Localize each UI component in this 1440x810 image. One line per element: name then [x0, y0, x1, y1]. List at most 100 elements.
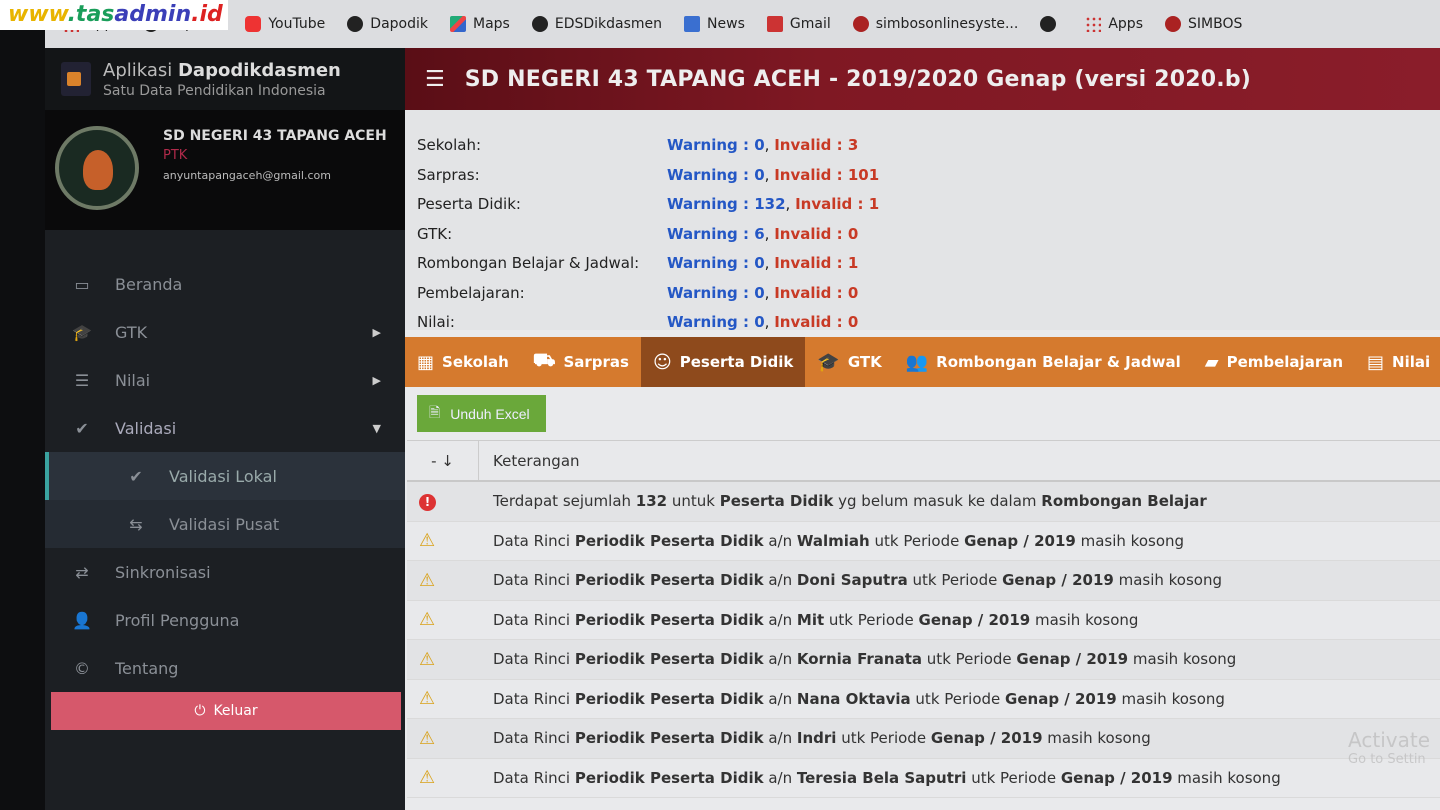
bookmark-item[interactable]: Apps — [1085, 16, 1143, 32]
summary-values: Warning : 0, Invalid : 1 — [667, 254, 859, 272]
summary-label: Rombongan Belajar & Jadwal: — [417, 254, 640, 272]
sort-column-header[interactable]: - ↓ — [407, 441, 479, 480]
status-cell: ⚠ — [407, 570, 479, 591]
bookmark-item[interactable]: YouTube — [245, 16, 325, 32]
text-segment: untuk — [667, 492, 720, 511]
text-segment: utk Periode — [922, 650, 1017, 669]
table-row: ⚠ Data Rinci Periodik Peserta Didik a/n T… — [407, 759, 1440, 798]
text-segment: masih kosong — [1116, 689, 1225, 708]
keterangan-cell: Data Rinci Periodik Peserta Didik a/n Ko… — [479, 650, 1236, 668]
text-segment: Peserta Didik — [719, 492, 834, 511]
label: Validasi — [115, 418, 177, 438]
summary-values: Warning : 132, Invalid : 1 — [667, 195, 880, 213]
warning-count: Warning : 0 — [667, 254, 765, 272]
table-row: ⚠ Data Rinci Periodik Peserta Didik a/n I… — [407, 719, 1440, 759]
bookmark-item[interactable] — [1040, 16, 1063, 32]
sidebar-item-profil[interactable]: 👤 Profil Pengguna — [45, 596, 405, 644]
text-segment: Genap / 2019 — [964, 531, 1076, 550]
warning-icon: ⚠ — [419, 688, 436, 710]
brand-subtitle: Satu Data Pendidikan Indonesia — [103, 82, 326, 99]
tab-sarpras[interactable]: ⛟ Sarpras — [521, 337, 641, 387]
profile-email: anyuntapangaceh@gmail.com — [163, 169, 331, 182]
sidebar-item-tentang[interactable]: © Tentang — [45, 644, 405, 692]
label: GTK — [115, 322, 148, 342]
apps-icon — [1085, 16, 1102, 32]
text-segment: a/n — [763, 689, 797, 708]
tab-label: Sarpras — [563, 353, 629, 371]
text-segment: yg belum masuk ke dalam — [833, 492, 1042, 511]
app-logo — [61, 62, 91, 96]
text-segment: Teresia Bela Saputri — [796, 768, 967, 787]
tab-pembelajaran[interactable]: ▰ Pembelajaran — [1193, 337, 1355, 387]
user-profile: SD NEGERI 43 TAPANG ACEH PTK anyuntapang… — [45, 110, 405, 230]
sidebar-item-gtk[interactable]: 🎓 GTK ▶ — [45, 308, 405, 356]
bookmark-item[interactable]: Gmail — [766, 16, 831, 32]
keterangan-cell: Data Rinci Periodik Peserta Didik a/n In… — [479, 729, 1151, 747]
tab-icon: ▤ — [1367, 351, 1385, 373]
sidebar-item-beranda[interactable]: ▭ Beranda — [45, 260, 405, 308]
text-segment: Kornia Franata — [796, 650, 923, 669]
keterangan-cell: Data Rinci Periodik Peserta Didik a/n Na… — [479, 690, 1225, 708]
tab-icon: 👥 — [905, 351, 929, 373]
text-segment: Mit — [796, 610, 825, 629]
text-segment: Genap / 2019 — [930, 729, 1043, 748]
label: Activate — [1348, 728, 1430, 752]
sidebar-item-sinkronisasi[interactable]: ⇄ Sinkronisasi — [45, 548, 405, 596]
bookmark-item[interactable]: News — [684, 16, 745, 32]
status-cell: ⚠ — [407, 728, 479, 749]
warning-count: Warning : 6 — [667, 224, 765, 243]
text-segment: a/n — [763, 610, 797, 629]
page-title: SD NEGERI 43 TAPANG ACEH - 2019/2020 Gen… — [464, 66, 1252, 92]
windows-activation-watermark: Activate Go to Settin — [1348, 728, 1430, 767]
text-segment: 132 — [635, 492, 668, 511]
status-cell: ⚠ — [407, 767, 479, 788]
tab-rombongan-belajar-jadwal[interactable]: 👥 Rombongan Belajar & Jadwal — [894, 337, 1193, 387]
sidebar-item-nilai[interactable]: ☰ Nilai ▶ — [45, 356, 405, 404]
bookmark-label: Gmail — [789, 16, 831, 32]
summary-row: Pembelajaran: Warning : 0, Invalid : 0 — [417, 284, 1428, 314]
check-icon: ✔ — [129, 466, 143, 486]
keterangan-cell: Terdapat sejumlah 132 untuk Peserta Didi… — [479, 492, 1207, 510]
text-segment: Data Rinci — [493, 689, 575, 708]
text-segment: Indri — [796, 729, 837, 748]
news-icon — [684, 16, 701, 32]
bookmark-item[interactable]: SIMBOS — [1165, 16, 1242, 32]
text-segment: Data Rinci — [493, 531, 575, 550]
profile-name: SD NEGERI 43 TAPANG ACEH — [163, 128, 387, 144]
eds-icon — [531, 16, 548, 32]
tab-peserta-didik[interactable]: ☺ Peserta Didik — [640, 337, 806, 387]
summary-label: GTK: — [417, 224, 453, 243]
warning-count: Warning : 0 — [667, 136, 765, 154]
sidebar-item-validasi[interactable]: ✔ Validasi ▼ — [45, 404, 405, 452]
tab-nilai[interactable]: ▤ Nilai — [1355, 337, 1440, 387]
invalid-count: Invalid : 0 — [774, 313, 859, 331]
text-segment: Genap / 2019 — [1002, 571, 1114, 590]
error-icon: ! — [419, 493, 436, 511]
logout-button[interactable]: ⏻ Keluar — [51, 692, 401, 730]
download-excel-button[interactable]: 🗎 Unduh Excel — [417, 395, 546, 432]
summary-values: Warning : 0, Invalid : 3 — [667, 136, 859, 154]
bookmark-item[interactable]: Maps — [450, 16, 510, 32]
validation-summary: Sekolah: Warning : 0, Invalid : 3 Sarpras:… — [405, 110, 1440, 331]
check-icon: ✔ — [75, 418, 89, 438]
hamburger-menu-icon[interactable]: ☰ — [425, 67, 445, 92]
bookmark-item[interactable]: Dapodik — [347, 16, 428, 32]
text-segment: Periodik Peserta Didik — [574, 729, 764, 748]
tab-sekolah[interactable]: ▦ Sekolah — [405, 337, 521, 387]
text-segment: Periodik Peserta Didik — [574, 689, 764, 708]
simbos-icon — [852, 16, 869, 32]
tab-label: Pembelajaran — [1226, 353, 1344, 371]
page-header: ☰ SD NEGERI 43 TAPANG ACEH - 2019/2020 G… — [405, 48, 1440, 110]
simbos-icon — [1165, 16, 1181, 32]
tab-icon: ▦ — [417, 351, 435, 373]
tab-gtk[interactable]: 🎓 GTK — [805, 337, 893, 387]
sidebar-item-validasi-pusat[interactable]: ⇆ Validasi Pusat — [45, 500, 405, 548]
text-segment: Data Rinci — [493, 650, 575, 669]
warning-count: Warning : 0 — [667, 283, 765, 302]
brand-prefix: Aplikasi — [103, 59, 178, 81]
bookmark-item[interactable]: EDSDikdasmen — [531, 16, 662, 32]
sidebar-item-validasi-lokal[interactable]: ✔ Validasi Lokal — [45, 452, 405, 500]
bookmark-item[interactable]: simbosonlinesyste... — [852, 16, 1018, 32]
text-segment: Genap / 2019 — [1060, 768, 1173, 787]
table-row: ⚠ Data Rinci Periodik Peserta Didik a/n K… — [407, 640, 1440, 680]
